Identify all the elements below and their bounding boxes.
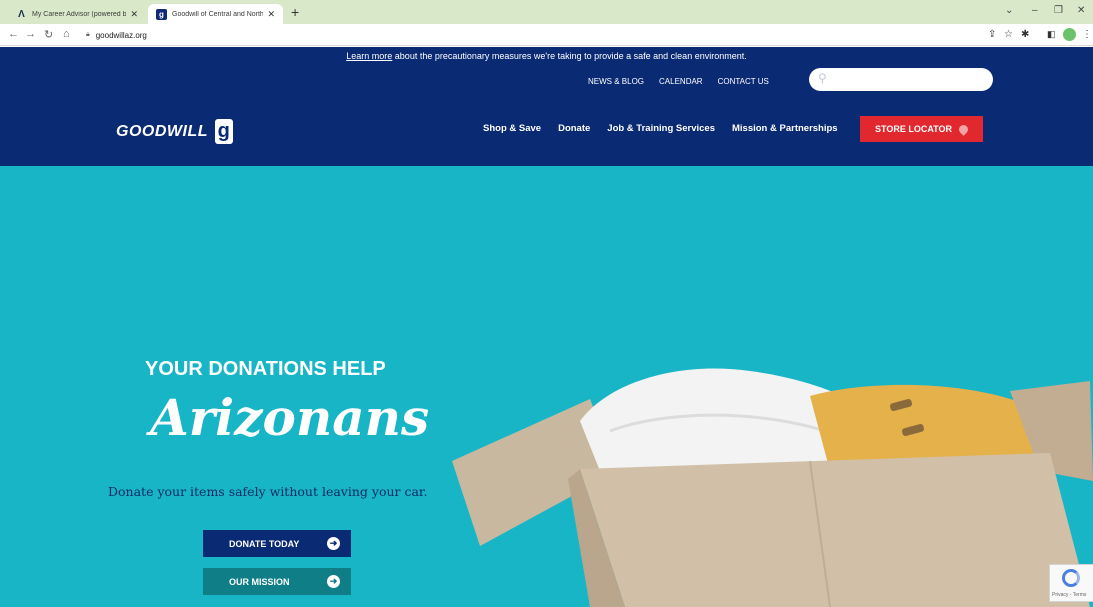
reload-icon[interactable]: ↻ [44,28,53,41]
nav-mission-partnerships[interactable]: Mission & Partnerships [732,123,838,134]
menu-dots-icon[interactable]: ⋮ [1082,29,1092,40]
hero-banner: YOUR DONATIONS HELP Arizonans Donate you… [0,166,1093,607]
main-nav: Shop & Save Donate Job & Training Servic… [483,123,838,134]
share-icon[interactable]: ⇪ [988,29,996,40]
donate-today-button[interactable]: DONATE TODAY ➜ [203,530,351,557]
tab-search-chevron-icon[interactable]: ⌄ [1005,5,1013,16]
hero-subtitle: YOUR DONATIONS HELP [145,358,386,380]
extensions-icon[interactable]: ✱ [1021,29,1029,40]
url-text: goodwillaz.org [95,30,147,40]
site-search-input[interactable]: ⚲ [809,68,993,91]
bookmark-star-icon[interactable]: ☆ [1004,29,1013,40]
nav-shop-save[interactable]: Shop & Save [483,123,541,134]
close-tab-icon[interactable]: ✕ [267,9,275,20]
restore-icon[interactable]: ❐ [1054,5,1063,16]
hero-title: Arizonans [150,388,430,447]
career-advisor-logo-icon: Λ [18,8,25,20]
logo-wordmark: GOODWILL [116,122,208,140]
arrow-right-icon: ➜ [327,537,340,550]
nav-job-training[interactable]: Job & Training Services [607,123,715,134]
store-locator-label: STORE LOCATOR [874,124,952,134]
goodwill-g-icon: g [156,8,167,20]
learn-more-link[interactable]: Learn more [346,51,392,61]
profile-avatar-icon[interactable] [1063,28,1076,41]
hero-description: Donate your items safely without leaving… [108,484,428,499]
news-blog-link[interactable]: NEWS & BLOG [588,77,644,86]
recaptcha-icon [1062,569,1080,587]
goodwill-logo[interactable]: GOODWILL g [116,119,233,144]
back-icon[interactable]: ← [8,28,19,40]
store-locator-button[interactable]: STORE LOCATOR [860,116,983,142]
side-panel-icon[interactable]: ◧ [1047,29,1056,40]
close-tab-icon[interactable]: ✕ [130,9,138,20]
lock-icon: 🔒︎ [86,31,90,38]
forward-icon[interactable]: → [25,28,36,40]
site-header: Learn more about the precautionary measu… [0,47,1093,166]
our-mission-button[interactable]: OUR MISSION ➜ [203,568,351,595]
utility-links: NEWS & BLOG CALENDAR CONTACT US [588,77,769,86]
recaptcha-links[interactable]: Privacy - Terms [1052,592,1086,598]
tab-goodwill[interactable]: g Goodwill of Central and Northern ✕ [148,4,283,24]
map-pin-icon [957,122,970,136]
our-mission-label: OUR MISSION [229,576,290,587]
tab-title: Goodwill of Central and Northern [172,10,264,18]
close-window-icon[interactable]: ✕ [1077,5,1085,16]
address-bar: ← → ↻ ⌂ 🔒︎ goodwillaz.org ⇪ ☆ ✱ ◧ ⋮ [0,24,1093,46]
calendar-link[interactable]: CALENDAR [659,77,703,86]
search-icon: ⚲ [818,71,827,85]
nav-donate[interactable]: Donate [558,123,590,134]
minimize-icon[interactable]: – [1032,5,1038,16]
home-icon[interactable]: ⌂ [63,28,70,40]
donation-box-image [452,368,1093,607]
url-field[interactable]: 🔒︎ goodwillaz.org [86,27,976,43]
notice-text: about the precautionary measures we're t… [392,51,747,61]
tab-title: My Career Advisor (powered by [32,10,127,18]
contact-us-link[interactable]: CONTACT US [718,77,769,86]
donate-today-label: DONATE TODAY [229,538,300,549]
arrow-right-icon: ➜ [327,575,340,588]
browser-tab-bar: Λ My Career Advisor (powered by ✕ g Good… [0,0,1093,24]
recaptcha-badge[interactable]: Privacy - Terms [1049,564,1093,602]
goodwill-g-icon: g [214,119,233,144]
safety-notice: Learn more about the precautionary measu… [0,51,1093,61]
new-tab-icon[interactable]: + [291,4,299,20]
tab-my-career-advisor[interactable]: Λ My Career Advisor (powered by ✕ [8,4,146,24]
